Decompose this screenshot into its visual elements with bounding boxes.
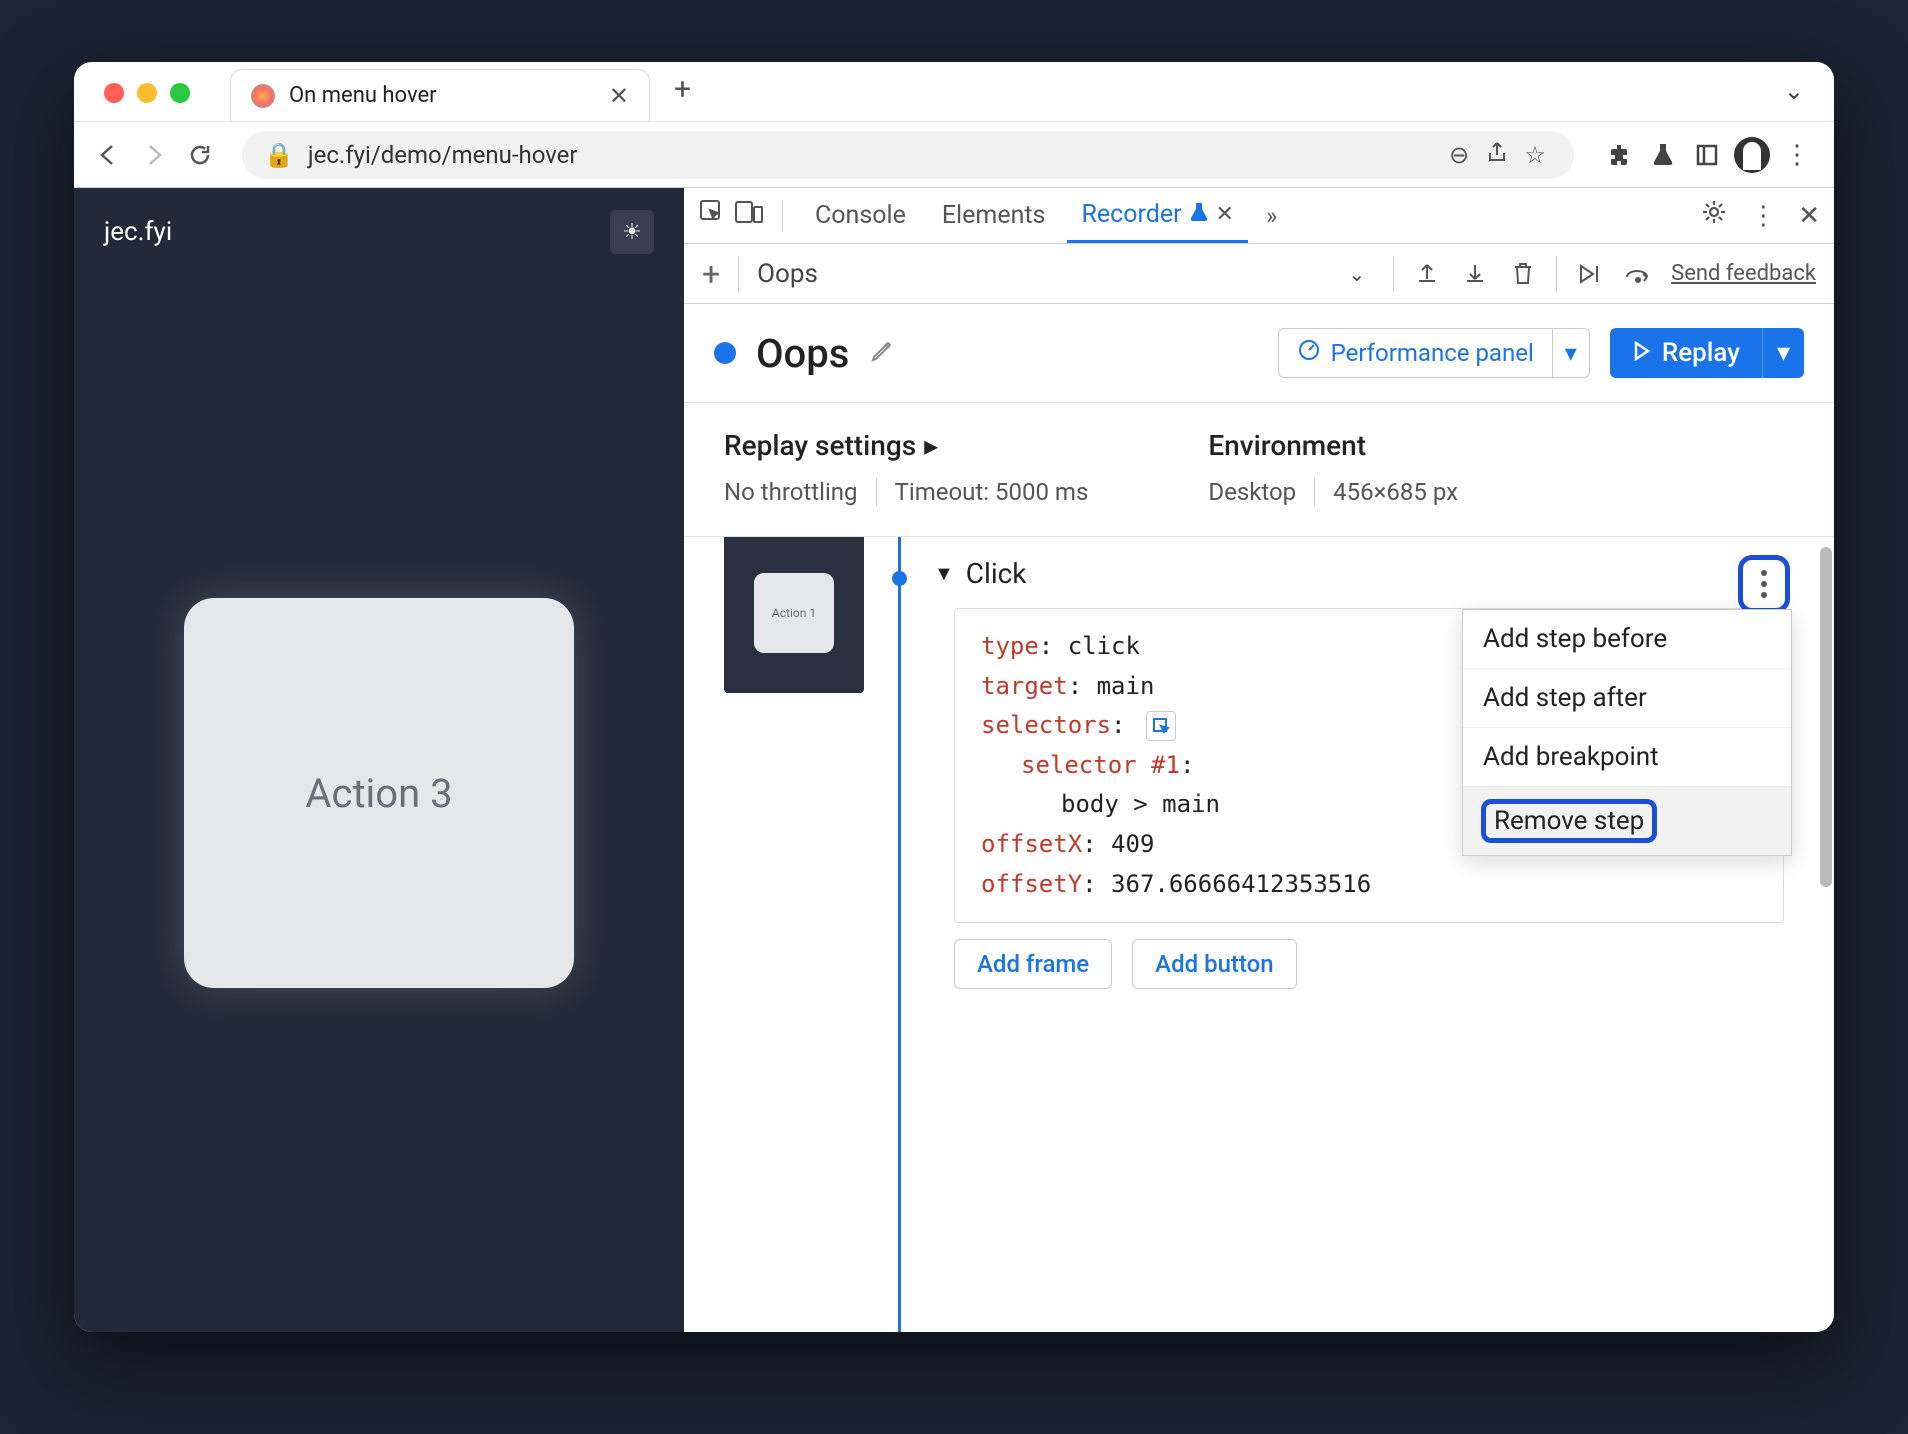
lock-icon: 🔒 <box>264 141 294 169</box>
step-over-icon[interactable] <box>1623 263 1653 285</box>
share-icon[interactable] <box>1480 141 1514 169</box>
url-text: jec.fyi/demo/menu-hover <box>308 141 578 169</box>
recorder-toolbar: + Oops ⌄ Send feedback <box>684 244 1834 304</box>
perf-dropdown-icon[interactable]: ▾ <box>1552 329 1589 377</box>
reader-icon[interactable] <box>1690 138 1724 172</box>
tab-title: On menu hover <box>289 83 437 108</box>
inspect-icon[interactable] <box>698 198 726 233</box>
import-icon[interactable] <box>1460 261 1490 287</box>
recording-selector[interactable]: Oops ⌄ <box>757 259 1375 289</box>
export-icon[interactable] <box>1412 261 1442 287</box>
extensions: ⋮ <box>1602 137 1814 173</box>
timeout-value: Timeout: 5000 ms <box>895 478 1089 506</box>
extensions-icon[interactable] <box>1602 138 1636 172</box>
theme-toggle-button[interactable]: ☀ <box>610 210 654 254</box>
device-value: Desktop <box>1208 478 1296 506</box>
replay-button[interactable]: Replay ▾ <box>1610 328 1804 378</box>
edit-title-icon[interactable] <box>869 338 895 368</box>
step-header[interactable]: ▼ Click <box>934 557 1784 590</box>
menu-remove-step[interactable]: Remove step <box>1463 787 1791 855</box>
devtools-menu-icon[interactable]: ⋮ <box>1750 201 1776 231</box>
bookmark-icon[interactable]: ☆ <box>1518 141 1552 169</box>
browser-menu-icon[interactable]: ⋮ <box>1780 138 1814 172</box>
window-controls <box>104 83 190 103</box>
viewport-value: 456×685 px <box>1333 478 1458 506</box>
thumb-label: Action 1 <box>754 573 834 653</box>
pick-selector-icon[interactable] <box>1146 711 1176 741</box>
scrollbar[interactable] <box>1820 547 1832 887</box>
continue-icon[interactable] <box>1575 263 1605 285</box>
menu-add-before[interactable]: Add step before <box>1463 610 1791 669</box>
expand-icon: ▸ <box>924 429 938 462</box>
recording-title: Oops <box>756 330 849 377</box>
settings-icon[interactable] <box>1700 198 1728 233</box>
throttling-value: No throttling <box>724 478 858 506</box>
replay-dropdown-icon[interactable]: ▾ <box>1762 328 1804 378</box>
tab-list-button[interactable]: ⌄ <box>1784 77 1804 105</box>
add-frame-button[interactable]: Add frame <box>954 939 1112 989</box>
step-thumbnail[interactable]: Action 1 <box>724 537 864 693</box>
recording-header: Oops Performance panel ▾ Replay ▾ <box>684 304 1834 403</box>
add-button-button[interactable]: Add button <box>1132 939 1296 989</box>
browser-window: On menu hover ✕ + ⌄ 🔒 jec.fyi/demo/menu-… <box>74 62 1834 1332</box>
site-name[interactable]: jec.fyi <box>104 217 172 247</box>
close-devtools-icon[interactable]: ✕ <box>1798 201 1820 231</box>
chevron-down-icon: ⌄ <box>1348 262 1365 286</box>
send-feedback-link[interactable]: Send feedback <box>1671 261 1816 286</box>
favicon-icon <box>251 84 275 108</box>
browser-tab[interactable]: On menu hover ✕ <box>230 69 650 121</box>
menu-add-after[interactable]: Add step after <box>1463 669 1791 728</box>
maximize-window-icon[interactable] <box>170 83 190 103</box>
content-area: jec.fyi ☀ Action 3 Console Elements Reco… <box>74 188 1834 1332</box>
gauge-icon <box>1297 338 1321 368</box>
delete-icon[interactable] <box>1508 261 1538 287</box>
step-menu-button[interactable] <box>1738 555 1790 613</box>
steps-area: Action 1 ▼ Click Add step before <box>684 537 1834 1332</box>
webpage: jec.fyi ☀ Action 3 <box>74 188 684 1332</box>
zoom-icon[interactable]: ⊖ <box>1442 141 1476 169</box>
titlebar: On menu hover ✕ + ⌄ <box>74 62 1834 122</box>
environment-heading: Environment <box>1208 429 1458 462</box>
device-icon[interactable] <box>734 199 764 232</box>
labs-icon[interactable] <box>1646 138 1680 172</box>
step-context-menu: Add step before Add step after Add break… <box>1462 609 1792 856</box>
record-indicator-icon <box>714 342 736 364</box>
replay-settings-heading[interactable]: Replay settings ▸ <box>724 429 1088 462</box>
flask-icon <box>1190 200 1208 229</box>
back-button[interactable] <box>94 141 122 169</box>
collapse-icon: ▼ <box>934 561 954 586</box>
card-label: Action 3 <box>305 770 452 817</box>
close-tab-icon[interactable]: ✕ <box>1216 202 1234 227</box>
devtools-tabbar: Console Elements Recorder ✕ » ⋮ ✕ <box>684 188 1834 244</box>
minimize-window-icon[interactable] <box>137 83 157 103</box>
more-tabs-icon[interactable]: » <box>1266 202 1277 230</box>
tab-elements[interactable]: Elements <box>928 188 1060 243</box>
recording-settings: Replay settings ▸ No throttling Timeout:… <box>684 403 1834 537</box>
new-recording-button[interactable]: + <box>702 255 720 293</box>
performance-panel-button[interactable]: Performance panel ▾ <box>1278 328 1590 378</box>
timeline <box>884 537 924 1332</box>
step-name: Click <box>966 557 1027 590</box>
forward-button[interactable] <box>140 141 168 169</box>
profile-avatar[interactable] <box>1734 137 1770 173</box>
tab-console[interactable]: Console <box>801 188 920 243</box>
timeline-dot-icon <box>892 571 907 586</box>
addressbar: 🔒 jec.fyi/demo/menu-hover ⊖ ☆ ⋮ <box>74 122 1834 188</box>
action-card[interactable]: Action 3 <box>184 598 574 988</box>
step-block: ▼ Click Add step before Add step after A… <box>924 537 1834 1332</box>
reload-button[interactable] <box>186 141 214 169</box>
url-input[interactable]: 🔒 jec.fyi/demo/menu-hover ⊖ ☆ <box>242 131 1574 179</box>
tab-recorder[interactable]: Recorder ✕ <box>1067 188 1248 243</box>
close-window-icon[interactable] <box>104 83 124 103</box>
menu-add-breakpoint[interactable]: Add breakpoint <box>1463 728 1791 787</box>
close-tab-icon[interactable]: ✕ <box>609 82 629 110</box>
devtools-panel: Console Elements Recorder ✕ » ⋮ ✕ + <box>684 188 1834 1332</box>
play-icon <box>1632 338 1650 368</box>
new-tab-button[interactable]: + <box>650 72 715 121</box>
